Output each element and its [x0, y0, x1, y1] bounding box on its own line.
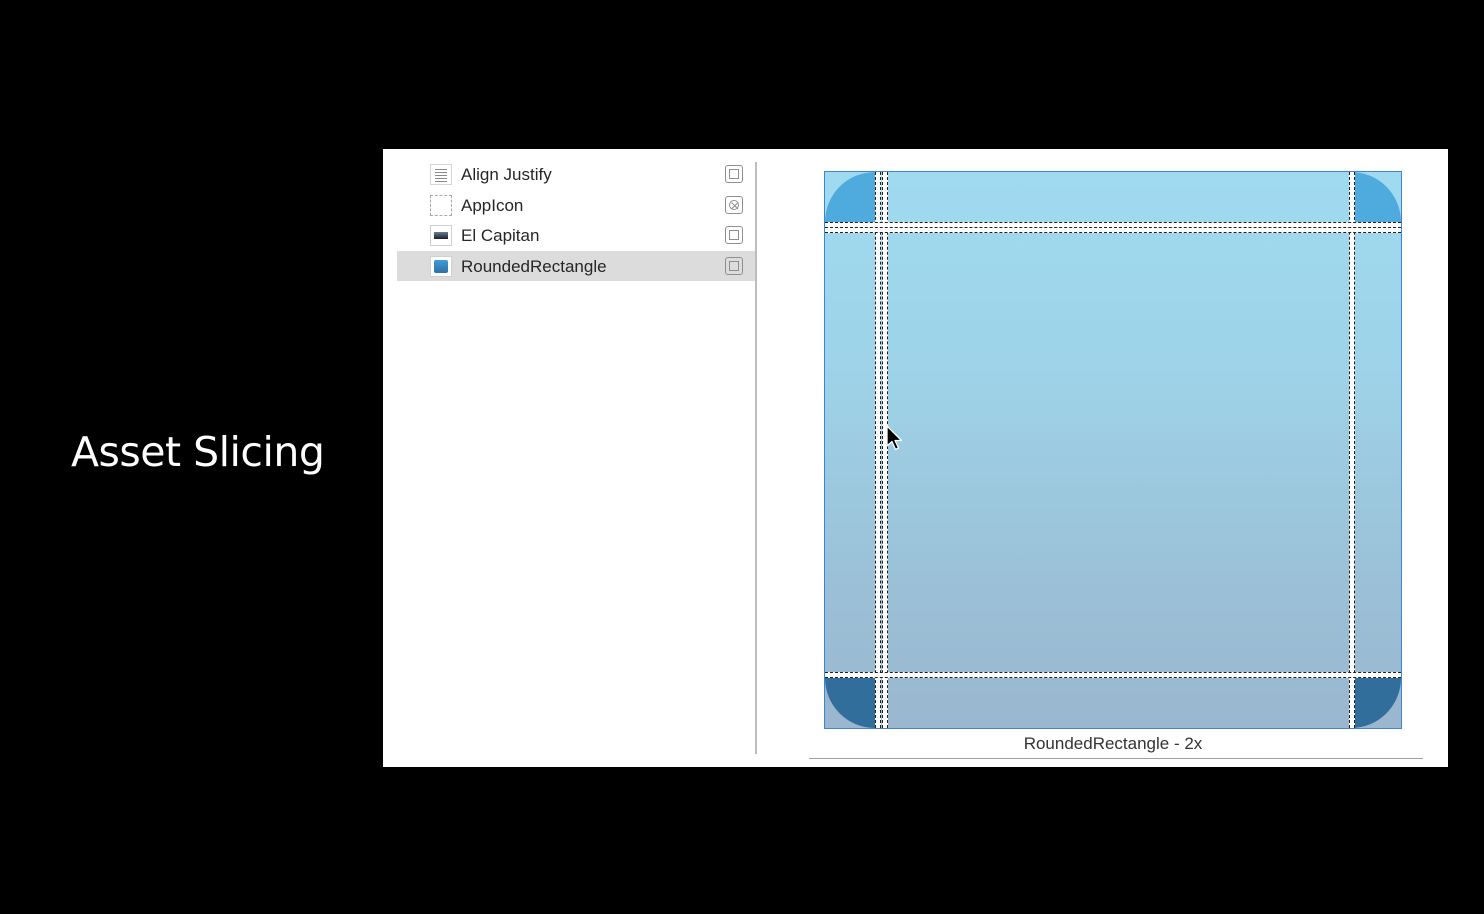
- asset-row-rounded-rectangle[interactable]: RoundedRectangle: [397, 250, 755, 281]
- slice-guide-right[interactable]: [1349, 172, 1355, 728]
- slicing-toggle-icon[interactable]: [725, 256, 743, 275]
- asset-row-el-capitan[interactable]: El Capitan: [397, 220, 755, 251]
- slicing-disabled-icon[interactable]: [725, 195, 743, 214]
- asset-row-appicon[interactable]: AppIcon: [397, 190, 755, 221]
- asset-label: RoundedRectangle: [461, 256, 607, 276]
- landscape-image-icon: [430, 225, 452, 246]
- canvas-caption: RoundedRectangle - 2x: [1023, 734, 1203, 753]
- slicing-toggle-icon[interactable]: [725, 226, 743, 244]
- caption-divider: [809, 758, 1423, 759]
- mouse-pointer-icon: [886, 425, 903, 451]
- asset-label: El Capitan: [461, 226, 540, 245]
- rounded-rectangle-icon: [430, 255, 452, 277]
- align-justify-icon: [430, 164, 452, 185]
- asset-label: Align Justify: [461, 165, 552, 184]
- slice-guide-left-outer[interactable]: [875, 172, 881, 728]
- slicing-toggle-icon[interactable]: [725, 165, 743, 183]
- slicing-canvas[interactable]: [824, 171, 1402, 729]
- asset-list: Align Justify AppIcon El Capitan Rounded…: [397, 159, 755, 281]
- slide-title: Asset Slicing: [71, 428, 325, 476]
- app-icon-placeholder-icon: [430, 194, 452, 216]
- slice-guide-bottom[interactable]: [825, 672, 1401, 678]
- asset-catalog-window: Align Justify AppIcon El Capitan Rounded…: [383, 149, 1448, 767]
- asset-label: AppIcon: [461, 195, 524, 215]
- pane-divider[interactable]: [755, 162, 757, 754]
- asset-row-align-justify[interactable]: Align Justify: [397, 159, 755, 190]
- slice-guide-top-inner[interactable]: [825, 227, 1401, 233]
